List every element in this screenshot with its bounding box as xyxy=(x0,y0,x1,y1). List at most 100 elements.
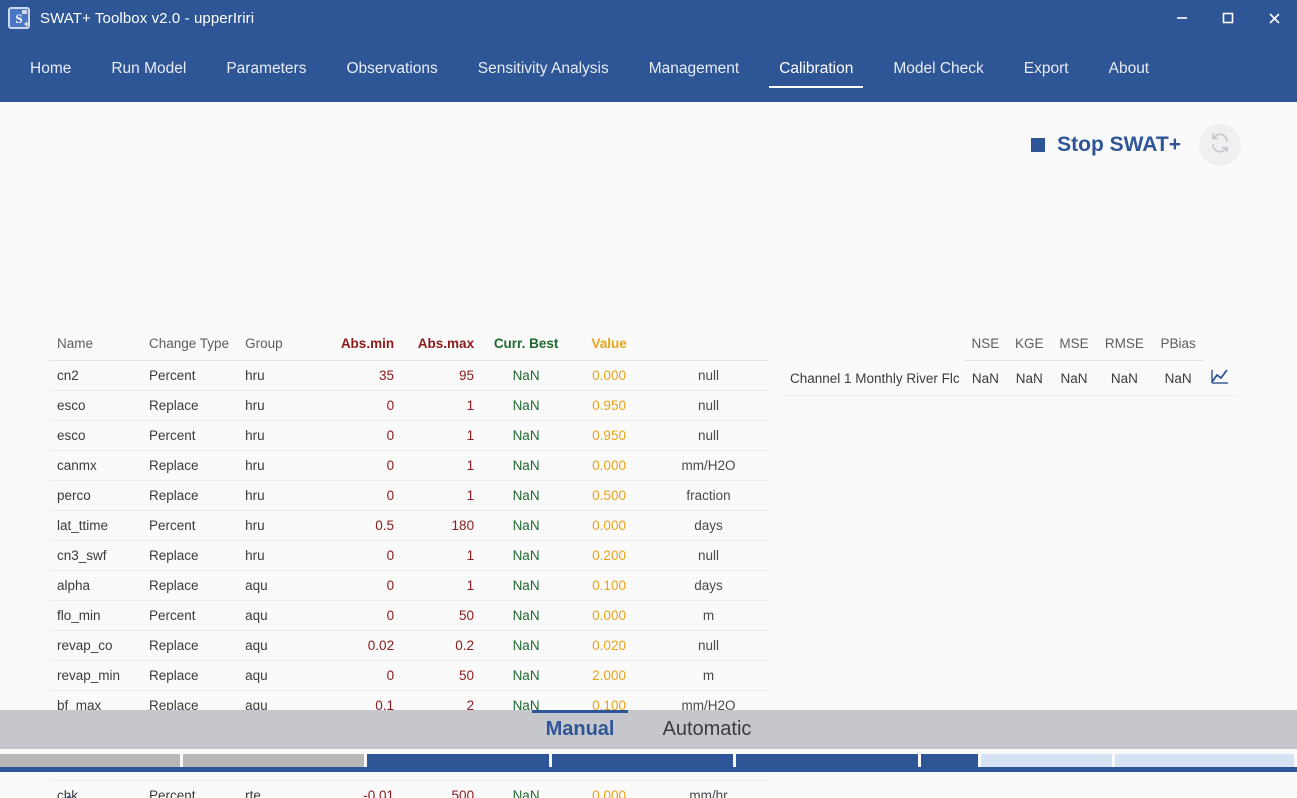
cell-abs-max: 1 xyxy=(402,480,483,511)
swat-plus-logo-icon: S + xyxy=(8,7,30,29)
nav-item-parameters[interactable]: Parameters xyxy=(206,36,326,102)
cell-abs-min: 0 xyxy=(322,570,403,601)
nav-item-home[interactable]: Home xyxy=(10,36,91,102)
column-header-pbias[interactable]: PBias xyxy=(1152,332,1204,361)
cell-unit: fraction xyxy=(648,480,769,511)
table-row[interactable]: Channel 1 Monthly River Flc NaN NaN NaN … xyxy=(780,360,1238,396)
run-controls: Stop SWAT+ xyxy=(1031,124,1241,166)
column-header-abs-max[interactable]: Abs.max xyxy=(402,332,483,361)
cell-mse: NaN xyxy=(1051,360,1097,396)
column-header-nse[interactable]: NSE xyxy=(963,332,1008,361)
column-header-change-type[interactable]: Change Type xyxy=(141,332,238,361)
cell-nse: NaN xyxy=(963,360,1008,396)
cell-abs-max: 500 xyxy=(402,780,483,798)
nav-item-export[interactable]: Export xyxy=(1004,36,1089,102)
calibration-mode-tabs: Manual Automatic xyxy=(0,710,1297,749)
column-header-name[interactable]: Name xyxy=(49,332,141,361)
cell-curr-best: NaN xyxy=(482,780,571,798)
refresh-icon xyxy=(1208,131,1232,160)
stop-square-icon xyxy=(1031,138,1046,152)
cell-value[interactable]: 0.000 xyxy=(570,360,649,391)
cell-value[interactable]: 0.100 xyxy=(570,570,649,601)
cell-kge: NaN xyxy=(1007,360,1052,396)
cell-unit: mm/hr xyxy=(648,780,769,798)
nav-item-model-check[interactable]: Model Check xyxy=(873,36,1003,102)
table-row[interactable]: revap_co Replace aqu 0.02 0.2 NaN 0.020 … xyxy=(49,630,769,661)
cell-name: cn3_swf xyxy=(49,540,141,571)
stop-swat-label: Stop SWAT+ xyxy=(1057,133,1181,156)
table-row[interactable]: esco Replace hru 0 1 NaN 0.950 null xyxy=(49,390,769,421)
cell-value[interactable]: 0.000 xyxy=(570,510,649,541)
cell-value[interactable]: 0.950 xyxy=(570,420,649,451)
cell-curr-best: NaN xyxy=(482,600,571,631)
cell-name: esco xyxy=(49,420,141,451)
nav-item-sensitivity-analysis[interactable]: Sensitivity Analysis xyxy=(458,36,629,102)
collapse-panel-button[interactable] xyxy=(56,790,82,798)
column-header-rmse[interactable]: RMSE xyxy=(1096,332,1153,361)
cell-abs-max: 1 xyxy=(402,420,483,451)
cell-name: revap_min xyxy=(49,660,141,691)
cell-unit: days xyxy=(648,510,769,541)
cell-change-type: Replace xyxy=(141,480,238,511)
cell-abs-min: 0 xyxy=(322,480,403,511)
column-header-kge[interactable]: KGE xyxy=(1007,332,1052,361)
table-row[interactable]: cn3_swf Replace hru 0 1 NaN 0.200 null xyxy=(49,540,769,571)
nav-item-management[interactable]: Management xyxy=(629,36,759,102)
cell-value[interactable]: 0.000 xyxy=(570,450,649,481)
table-row[interactable]: cn2 Percent hru 35 95 NaN 0.000 null xyxy=(49,360,769,391)
nav-item-run-model[interactable]: Run Model xyxy=(91,36,206,102)
cell-unit: null xyxy=(648,540,769,571)
nav-item-calibration[interactable]: Calibration xyxy=(759,36,873,102)
cell-value[interactable]: 2.000 xyxy=(570,660,649,691)
cell-curr-best: NaN xyxy=(482,540,571,571)
cell-name: revap_co xyxy=(49,630,141,661)
close-button[interactable] xyxy=(1251,0,1297,36)
metrics-table-header: NSE KGE MSE RMSE PBias xyxy=(780,332,1238,361)
cell-group: aqu xyxy=(237,570,323,601)
cell-change-type: Replace xyxy=(141,450,238,481)
minimize-button[interactable] xyxy=(1159,0,1205,36)
cell-abs-min: -0.01 xyxy=(322,780,403,798)
cell-abs-min: 0.02 xyxy=(322,630,403,661)
cell-group: hru xyxy=(237,360,323,391)
column-header-abs-min[interactable]: Abs.min xyxy=(322,332,403,361)
refresh-button[interactable] xyxy=(1199,124,1241,166)
tab-manual[interactable]: Manual xyxy=(522,710,639,749)
line-chart-icon[interactable] xyxy=(1204,360,1238,396)
cell-abs-max: 180 xyxy=(402,510,483,541)
tab-automatic[interactable]: Automatic xyxy=(638,710,775,749)
progress-segments xyxy=(0,754,1297,767)
table-row[interactable]: flo_min Percent aqu 0 50 NaN 0.000 m xyxy=(49,600,769,631)
table-row[interactable]: alpha Replace aqu 0 1 NaN 0.100 days xyxy=(49,570,769,601)
table-row[interactable]: revap_min Replace aqu 0 50 NaN 2.000 m xyxy=(49,660,769,691)
column-header-group[interactable]: Group xyxy=(237,332,323,361)
cell-group: hru xyxy=(237,510,323,541)
table-row[interactable]: esco Percent hru 0 1 NaN 0.950 null xyxy=(49,420,769,451)
nav-item-about[interactable]: About xyxy=(1089,36,1170,102)
stop-swat-button[interactable]: Stop SWAT+ xyxy=(1031,133,1181,157)
cell-change-type: Replace xyxy=(141,390,238,421)
cell-value[interactable]: 0.000 xyxy=(570,780,649,798)
cell-value[interactable]: 0.950 xyxy=(570,390,649,421)
table-row[interactable]: perco Replace hru 0 1 NaN 0.500 fraction xyxy=(49,480,769,511)
cell-unit: mm/H2O xyxy=(648,450,769,481)
table-row[interactable]: lat_ttime Percent hru 0.5 180 NaN 0.000 … xyxy=(49,510,769,541)
column-header-curr-best[interactable]: Curr. Best xyxy=(482,332,571,361)
table-row[interactable]: canmx Replace hru 0 1 NaN 0.000 mm/H2O xyxy=(49,450,769,481)
cell-unit: m xyxy=(648,600,769,631)
cell-curr-best: NaN xyxy=(482,390,571,421)
cell-value[interactable]: 0.020 xyxy=(570,630,649,661)
cell-value[interactable]: 0.500 xyxy=(570,480,649,511)
cell-change-type: Percent xyxy=(141,600,238,631)
cell-value[interactable]: 0.200 xyxy=(570,540,649,571)
table-row[interactable]: chk Percent rte -0.01 500 NaN 0.000 mm/h… xyxy=(49,780,769,798)
progress-segment xyxy=(182,754,368,767)
cell-value[interactable]: 0.000 xyxy=(570,600,649,631)
column-header-mse[interactable]: MSE xyxy=(1051,332,1097,361)
cell-name: lat_ttime xyxy=(49,510,141,541)
column-header-value[interactable]: Value xyxy=(570,332,649,361)
cell-group: rte xyxy=(237,780,323,798)
cell-group: hru xyxy=(237,390,323,421)
nav-item-observations[interactable]: Observations xyxy=(326,36,457,102)
maximize-button[interactable] xyxy=(1205,0,1251,36)
